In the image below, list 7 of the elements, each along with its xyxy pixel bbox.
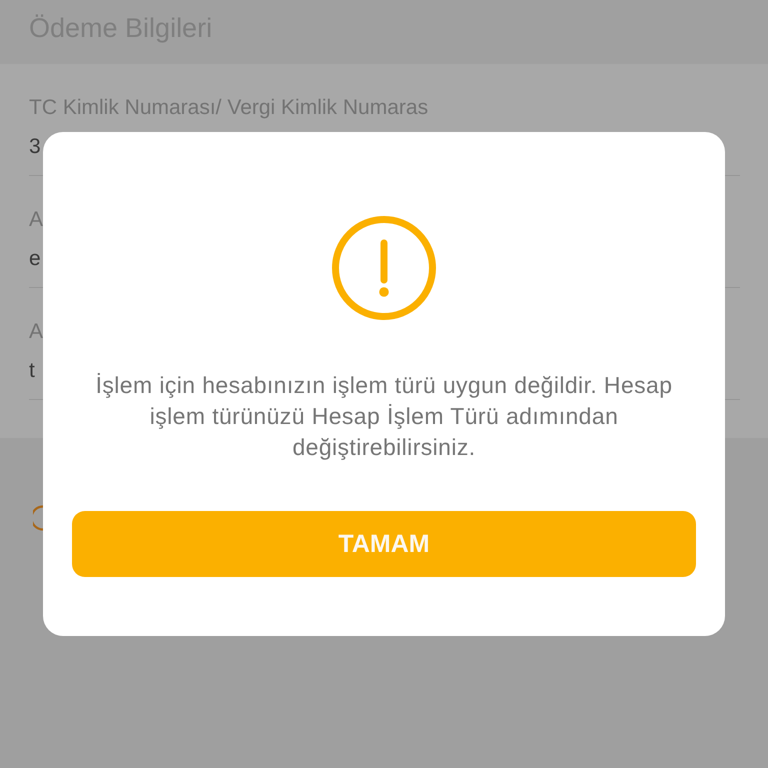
field-value: t [29, 358, 35, 384]
ok-button[interactable]: TAMAM [72, 511, 696, 577]
dialog-message: İşlem için hesabınızın işlem türü uygun değildir. Hesap işlem türünüzü Hesap İşlem Türü adımından değiştirebilirsiniz. [94, 371, 674, 462]
field-value: 3 [29, 134, 41, 160]
warning-icon [332, 216, 436, 320]
ring-icon [33, 505, 43, 531]
field-value: e [29, 246, 41, 272]
